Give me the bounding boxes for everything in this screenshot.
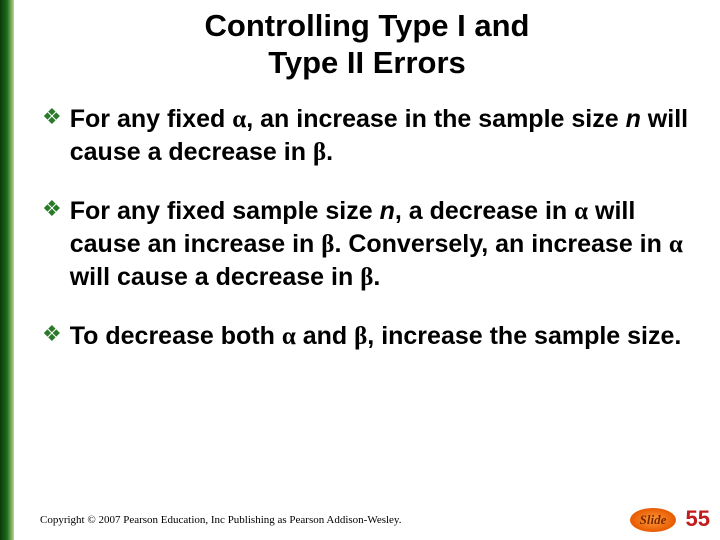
text: For any fixed [70,105,233,133]
diamond-icon: ❖ [42,323,62,345]
bullet-3: ❖ To decrease both α and β, increase the… [42,320,692,353]
text: . [373,263,380,291]
title-line-1: Controlling Type I and [205,8,530,43]
bullet-2-text: For any fixed sample size n, a decrease … [70,195,692,294]
slide-badge: Slide [630,508,676,532]
slide-content: Controlling Type I and Type II Errors ❖ … [14,0,720,540]
slide-badge-label: Slide [640,512,667,528]
text: To decrease both [70,322,282,350]
page-number: 55 [686,506,710,532]
copyright-text: Copyright © 2007 Pearson Education, Inc … [40,514,401,526]
bullet-1: ❖ For any fixed α, an increase in the sa… [42,103,692,169]
text: . [326,138,333,166]
text: and [296,322,354,350]
alpha-symbol: α [669,231,683,258]
slide-title: Controlling Type I and Type II Errors [42,8,692,81]
text: , an increase in the sample size [246,105,625,133]
text: . Conversely, an increase in [334,230,668,258]
n-italic: n [626,105,641,133]
beta-symbol: β [321,231,334,258]
bullet-1-text: For any fixed α, an increase in the samp… [70,103,692,169]
diamond-icon: ❖ [42,198,62,220]
accent-bar [0,0,14,540]
text: , a decrease in [395,197,574,225]
title-line-2: Type II Errors [268,45,466,80]
text: For any fixed sample size [70,197,380,225]
beta-symbol: β [360,264,373,291]
text: will cause a decrease in [70,263,360,291]
bullet-3-text: To decrease both α and β, increase the s… [70,320,682,353]
bullet-2: ❖ For any fixed sample size n, a decreas… [42,195,692,294]
alpha-symbol: α [574,198,588,225]
diamond-icon: ❖ [42,106,62,128]
beta-symbol: β [354,323,367,350]
text: , increase the sample size. [367,322,681,350]
alpha-symbol: α [282,323,296,350]
beta-symbol: β [313,139,326,166]
alpha-symbol: α [232,106,246,133]
n-italic: n [380,197,395,225]
